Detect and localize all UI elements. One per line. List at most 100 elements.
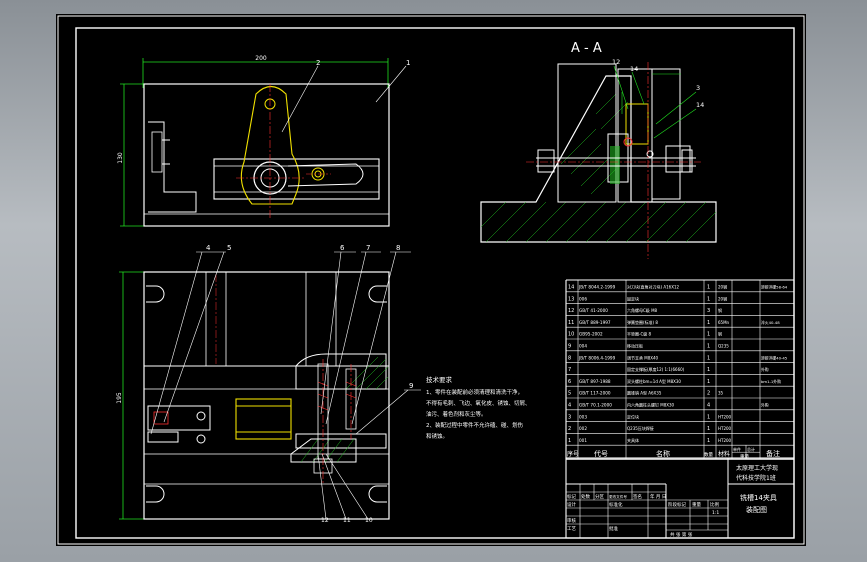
tb-school-1: 太原理工大学现 (736, 464, 778, 472)
dim-top-width: 200 (255, 55, 267, 62)
bom-row-name: 内六角圆柱头螺钉 M8X30 (627, 402, 675, 408)
bom-row-no: 8 (568, 355, 571, 361)
tech-line-5: 和锈蚀。 (426, 432, 448, 440)
tech-title: 技术要求 (426, 375, 453, 384)
bom-row-material: 35 (718, 391, 724, 396)
tb-drawing-name-1: 铣槽14夹具 (740, 493, 777, 502)
front-view: 195 4 5 6 7 8 9 12 11 10 (116, 244, 421, 524)
bom-row-material: HT200 (718, 426, 732, 431)
bom-header-weight: 重量 (740, 453, 749, 460)
bom-row-material: 钢 (718, 307, 722, 313)
bom-row-name: Q235压块焊接 (627, 425, 654, 431)
bom-row-no: 4 (568, 403, 571, 409)
bom-row-note: 外购 (761, 367, 769, 372)
assembly-drawing: 200 130 2 1 195 4 5 6 7 8 9 12 11 10 技术要… (57, 15, 805, 545)
bom-row-qty: 1 (707, 355, 710, 361)
bom-row-code: 002 (579, 426, 587, 431)
bom-row-name: 移动压板 (627, 343, 643, 349)
top-view: 200 130 2 1 (117, 55, 410, 227)
tb-process: 工艺 (567, 526, 576, 532)
inner-frame (75, 27, 795, 539)
bom-header-unit-weight: 单件 (733, 446, 741, 452)
cad-viewport[interactable]: 200 130 2 1 195 4 5 6 7 8 9 12 11 10 技术要… (56, 14, 806, 546)
bom-row-note: 渗碳淬硬40-45 (761, 355, 788, 360)
bom-row-no: 6 (568, 379, 571, 385)
bom-row-name: 定位块 (627, 413, 639, 419)
section-a-a: A - A 12 14 3 14 (480, 41, 717, 259)
bom-row-name: 固定支撑板(厚度12) 1:1(6660) (627, 366, 685, 372)
tb-mark: 标记 (567, 493, 576, 500)
bom-row-qty: 1 (707, 296, 710, 302)
bom-row-material: HT200 (718, 414, 732, 419)
tb-stage-mark: 阶段标记 (668, 501, 686, 508)
tech-line-4: 2、装配过程中零件不允许磕、碰、划伤 (426, 421, 524, 429)
bom-row-material: 钢 (718, 331, 722, 337)
bom-row-qty: 1 (707, 344, 710, 350)
tb-drawing-name-2: 装配图 (746, 505, 767, 514)
bom-row-code: 003 (579, 414, 587, 419)
bom-row-no: 2 (568, 426, 571, 432)
bom-row-no: 9 (568, 344, 571, 350)
bom-row-no: 5 (568, 391, 571, 397)
tb-scale: 1:1 (712, 510, 719, 516)
bom-row-name: 对刀块(直角对刀块) A16X12 (627, 284, 680, 290)
bom-row-note: 渗碳淬硬58-64 (761, 285, 788, 290)
tb-school-2: 代科技学院1班 (736, 474, 776, 482)
bom-row-code: GB/T 41-2000 (579, 308, 608, 313)
section-balloon-12: 12 (612, 58, 620, 66)
tb-review: 审核 (567, 517, 576, 524)
bom-header-no: 序号 (567, 450, 579, 458)
bom-header-note: 备注 (766, 449, 780, 458)
bom-row-no: 12 (568, 308, 574, 314)
bom-header-qty: 数量 (704, 451, 713, 458)
tb-weight: 重量 (692, 501, 701, 508)
balloon-4: 4 (206, 244, 211, 252)
bom-row-no: 3 (568, 414, 571, 420)
bom-row-material: Q235 (718, 344, 729, 349)
bom-row-code: 001 (579, 438, 587, 443)
bom-row-note: bm1-1外购 (761, 379, 781, 384)
bom-row-qty: 1 (707, 379, 710, 385)
tb-approve: 批准 (609, 525, 618, 532)
bom-row-code: JB/T 8006.4-1999 (578, 355, 616, 360)
balloon-5: 5 (227, 244, 231, 252)
dim-top-height: 130 (117, 152, 124, 164)
bom-row-qty: 1 (707, 285, 710, 291)
bom-row-material: 20钢 (718, 284, 727, 290)
tech-line-1: 1、零件在装配前必须清理和清洗干净， (426, 388, 523, 396)
tb-sign: 签名 (633, 493, 642, 500)
bom-row-name: 夹具体 (627, 437, 639, 443)
bom-row-code: GB/T 117-2000 (579, 391, 611, 396)
section-balloon-3: 3 (696, 84, 700, 92)
tech-line-2: 不得有毛刺、飞边、氧化皮、锈蚀、切屑、 (426, 399, 531, 407)
tb-change-no: 更改文件号 (609, 494, 627, 499)
section-title: A - A (571, 41, 602, 56)
balloon-1: 1 (406, 59, 410, 67)
tb-standard: 标准化 (609, 501, 623, 508)
bom-row-qty: 1 (707, 414, 710, 420)
bom-row-no: 14 (568, 285, 574, 291)
bom-row-material: 20钢 (718, 295, 727, 301)
tb-design: 设计 (567, 501, 576, 508)
balloon-11: 11 (343, 517, 351, 524)
bom-row-code: GB95-2002 (579, 332, 603, 337)
bom-row-no: 7 (568, 367, 571, 373)
tb-ratio: 比例 (710, 501, 719, 508)
bom-row-name: 六角螺母C级 M8 (627, 307, 658, 313)
section-balloon-14a: 14 (630, 65, 638, 73)
bom-row-qty: 1 (707, 332, 710, 338)
bom-row-name: 固定块 (627, 295, 639, 301)
bom-row-qty: 1 (707, 426, 710, 432)
bom-row-no: 10 (568, 332, 574, 338)
balloon-7: 7 (366, 244, 370, 252)
bom-row-material: 65Mn (718, 320, 730, 325)
tb-sheets: 共 张 第 张 (670, 531, 693, 538)
dim-front-height: 195 (116, 392, 123, 404)
bom-row-code: GB/T 897-1988 (579, 379, 611, 384)
bom-row-qty: 3 (707, 308, 710, 314)
bom-row-name: 圆锥销 A型 A6X35 (627, 390, 662, 396)
bom-header-code: 代号 (594, 449, 608, 458)
bom-row-no: 1 (568, 438, 571, 444)
bom-row-qty: 1 (707, 320, 710, 326)
title-block: 标记 处数 分区 更改文件号 签名 年 月 日 设计 标准化 阶段标记 重量 比… (565, 457, 795, 539)
